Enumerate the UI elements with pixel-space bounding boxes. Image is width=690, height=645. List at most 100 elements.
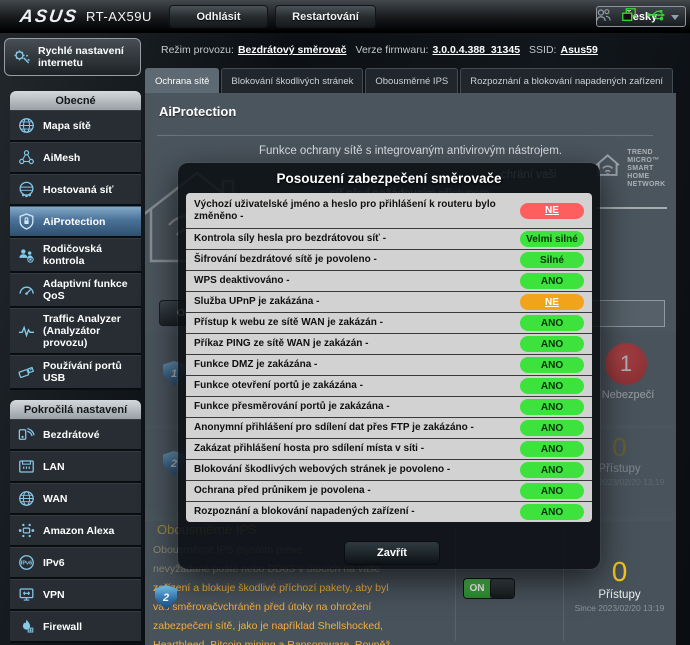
row-label: Výchozí uživatelské jméno a heslo pro př… bbox=[194, 199, 520, 222]
assessment-row: Přístup k webu ze sítě WAN je zakázán - A… bbox=[186, 312, 592, 333]
status-badge[interactable]: ANO bbox=[520, 420, 584, 436]
chevron-down-icon bbox=[671, 15, 679, 20]
desc-line: zabezpečení sítě, jako je například Shel… bbox=[153, 617, 463, 636]
top-bar: ASUS RT-AX59U Odhlásit Restartování Česk… bbox=[0, 0, 690, 33]
status-badge[interactable]: ANO bbox=[520, 483, 584, 499]
assessment-table: Výchozí uživatelské jméno a heslo pro př… bbox=[186, 193, 592, 522]
status-badge[interactable]: ANO bbox=[520, 357, 584, 373]
tab-malicious-sites-blocking[interactable]: Blokování škodlivých stránek bbox=[221, 68, 363, 93]
router-model: RT-AX59U bbox=[86, 9, 152, 24]
status-badge[interactable]: NE bbox=[520, 294, 584, 310]
assessment-row: Příkaz PING ze sítě WAN je zakázán - ANO bbox=[186, 333, 592, 354]
assessment-row: Ochrana před průnikem je povolena -ANO bbox=[186, 480, 592, 501]
quick-setup-label: internetu bbox=[38, 57, 83, 69]
status-bar: Režim provozu: Bezdrátový směrovač Verze… bbox=[145, 33, 690, 67]
wired-clients-icon[interactable] bbox=[621, 7, 637, 23]
row-label: Služba UPnP je zakázána - bbox=[194, 296, 319, 308]
hits-since: Since 2023/02/20 13:19 bbox=[563, 603, 676, 613]
sidebar-item-amazon-alexa[interactable]: Amazon Alexa bbox=[10, 515, 141, 547]
status-badge[interactable]: ANO bbox=[520, 462, 584, 478]
ssid-label: SSID: bbox=[529, 44, 556, 56]
close-button[interactable]: Zavřít bbox=[344, 541, 440, 565]
sidebar-item-label: Adaptivní funkce QoS bbox=[43, 278, 139, 302]
tab-two-way-ips[interactable]: Obousměrné IPS bbox=[365, 68, 458, 93]
clients-icon[interactable] bbox=[595, 8, 612, 23]
sidebar-item-guest-network[interactable]: Hostovaná síť bbox=[10, 174, 141, 206]
status-badge[interactable]: ANO bbox=[520, 399, 584, 415]
sidebar-item-wireless[interactable]: Bezdrátové bbox=[10, 419, 141, 451]
aimesh-icon bbox=[16, 147, 37, 168]
sidebar: Rychlé nastavení internetu Obecné Mapa s… bbox=[0, 33, 145, 645]
dialog-title: Posouzení zabezpečení směrovače bbox=[178, 171, 600, 186]
mode-link[interactable]: Bezdrátový směrovač bbox=[238, 44, 347, 56]
sidebar-item-parental-controls[interactable]: Rodičovská kontrola bbox=[10, 238, 141, 273]
status-badge[interactable]: NE bbox=[520, 203, 584, 219]
trend-logo-underline bbox=[597, 207, 667, 209]
traffic-analyzer-icon bbox=[16, 321, 37, 342]
assessment-row: WPS deaktivováno -ANO bbox=[186, 270, 592, 291]
trend-micro-logo: TREND MICRO™ SMART HOME NETWORK bbox=[593, 149, 676, 189]
desc-line: Heartbleed, Bitcoin mining a Ransomware.… bbox=[153, 636, 463, 645]
aiprotection-shield-icon bbox=[16, 211, 37, 232]
threat-count-badge[interactable]: 1 bbox=[605, 343, 647, 385]
assessment-row: Funkce otevření portů je zakázána - ANO bbox=[186, 375, 592, 396]
ips-toggle[interactable]: ON bbox=[463, 578, 515, 599]
quick-internet-setup-button[interactable]: Rychlé nastavení internetu bbox=[4, 38, 141, 76]
wan-globe-icon bbox=[16, 488, 37, 509]
sidebar-item-label: Amazon Alexa bbox=[43, 525, 114, 537]
trend-brand: TREND MICRO™ bbox=[627, 149, 676, 165]
assessment-row: Kontrola síly hesla pro bezdrátovou síť … bbox=[186, 228, 592, 249]
router-admin-page: ASUS RT-AX59U Odhlásit Restartování Česk… bbox=[0, 0, 690, 645]
sidebar-item-wan[interactable]: WAN bbox=[10, 483, 141, 515]
sidebar-section-advanced: Pokročilá nastavení bbox=[10, 400, 141, 419]
sidebar-item-label: VPN bbox=[43, 589, 65, 601]
status-badge[interactable]: ANO bbox=[520, 315, 584, 331]
sidebar-item-lan[interactable]: LAN bbox=[10, 451, 141, 483]
tab-infected-device-prevention[interactable]: Rozpoznání a blokování napadených zaříze… bbox=[460, 68, 673, 93]
firmware-link[interactable]: 3.0.0.4.388_31345 bbox=[432, 44, 520, 56]
tab-network-protection[interactable]: Ochrana sítě bbox=[145, 68, 219, 93]
sidebar-item-label: Firewall bbox=[43, 621, 82, 633]
mode-label: Režim provozu: bbox=[161, 44, 234, 56]
sidebar-item-ipv6[interactable]: IPv6 IPv6 bbox=[10, 547, 141, 579]
row-label: Příkaz PING ze sítě WAN je zakázán - bbox=[194, 338, 369, 350]
sidebar-item-traffic-analyzer[interactable]: Traffic Analyzer (Analyzátor provozu) bbox=[10, 308, 141, 355]
sidebar-item-usb-application[interactable]: Používání portů USB bbox=[10, 355, 141, 390]
sidebar-item-vpn[interactable]: VPN bbox=[10, 579, 141, 611]
sidebar-item-aimesh[interactable]: AiMesh bbox=[10, 142, 141, 174]
status-badge[interactable]: ANO bbox=[520, 441, 584, 457]
assessment-row: Anonymní přihlášení pro sdílení dat přes… bbox=[186, 417, 592, 438]
sidebar-item-label: Používání portů USB bbox=[43, 360, 139, 384]
status-badge[interactable]: ANO bbox=[520, 504, 584, 520]
assessment-row: Služba UPnP je zakázána - NE bbox=[186, 291, 592, 312]
sidebar-item-adaptive-qos[interactable]: Adaptivní funkce QoS bbox=[10, 273, 141, 308]
row-label: Blokování škodlivých webových stránek je… bbox=[194, 464, 450, 476]
row-label: Funkce otevření portů je zakázána - bbox=[194, 380, 363, 392]
sidebar-item-firewall[interactable]: Firewall bbox=[10, 611, 141, 643]
sidebar-item-aiprotection[interactable]: AiProtection bbox=[10, 206, 141, 238]
status-badge[interactable]: Silné bbox=[520, 252, 584, 268]
firewall-flame-icon bbox=[16, 616, 37, 637]
logout-button[interactable]: Odhlásit bbox=[169, 5, 268, 28]
usb-icon[interactable] bbox=[646, 8, 666, 22]
sidebar-item-network-map[interactable]: Mapa sítě bbox=[10, 110, 141, 142]
reboot-button[interactable]: Restartování bbox=[275, 5, 376, 28]
ssid-link[interactable]: Asus59 bbox=[560, 44, 597, 56]
status-badge[interactable]: ANO bbox=[520, 336, 584, 352]
assessment-row: Blokování škodlivých webových stránek je… bbox=[186, 459, 592, 480]
status-badge[interactable]: ANO bbox=[520, 273, 584, 289]
status-badge[interactable]: ANO bbox=[520, 378, 584, 394]
row-label: Funkce DMZ je zakázána - bbox=[194, 359, 317, 371]
ipv6-icon: IPv6 bbox=[16, 552, 37, 573]
status-badge[interactable]: Velmi silné bbox=[520, 231, 584, 247]
row-label: Přístup k webu ze sítě WAN je zakázán - bbox=[194, 317, 383, 329]
svg-text:IPv6: IPv6 bbox=[21, 560, 32, 566]
vpn-icon bbox=[16, 584, 37, 605]
header-icon-group bbox=[595, 7, 666, 23]
assessment-row: Zakázat přihlášení hosta pro sdílení mís… bbox=[186, 438, 592, 459]
firmware-label: Verze firmwaru: bbox=[356, 44, 429, 56]
row-label: Kontrola síly hesla pro bezdrátovou síť … bbox=[194, 233, 386, 245]
sidebar-item-label: AiMesh bbox=[43, 152, 80, 164]
asus-logo: ASUS bbox=[19, 6, 80, 27]
quick-setup-icon bbox=[11, 47, 32, 68]
